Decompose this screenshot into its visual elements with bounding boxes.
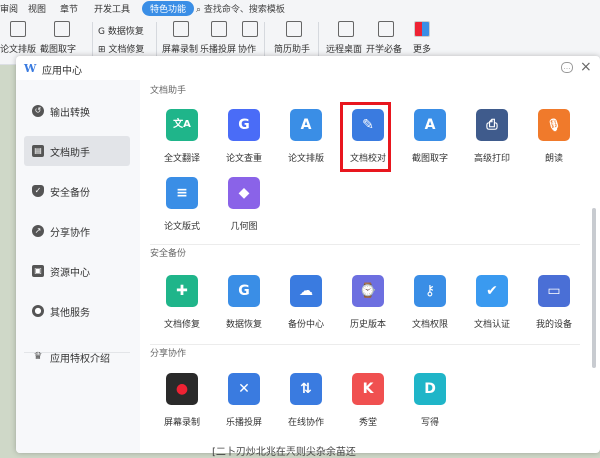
dialog-title: 应用中心 [42, 66, 82, 77]
online-collab-icon: ⇅ [290, 373, 322, 405]
toolbar-divider [318, 22, 319, 56]
wps-logo-icon: W [24, 62, 37, 75]
remote-desktop-icon [338, 21, 354, 37]
menu-bar: 审阅 视图 章节 开发工具 特色功能 ⌕ 查找命令、搜索模板 [0, 0, 600, 17]
data-recovery-icon: G [228, 275, 260, 307]
section-divider [150, 344, 580, 345]
cast-icon [211, 21, 227, 37]
app-doc-permission[interactable]: ⚷ 文档权限 [399, 275, 461, 339]
history-icon: ⌚ [352, 275, 384, 307]
geometry-icon: ◆ [228, 177, 260, 209]
device-icon: ▭ [538, 275, 570, 307]
app-backup-center[interactable]: ☁ 备份中心 [275, 275, 337, 339]
sidebar: ↺ 输出转换 ▤ 文档助手 ✓ 安全备份 ↗ 分享协作 ▣ 资源中心 ● 其他服… [16, 80, 140, 453]
data-recovery-button[interactable]: G 数据恢复 [98, 24, 144, 37]
menu-tab-review[interactable]: 审阅 [0, 2, 18, 15]
sidebar-item-privileges[interactable]: ♛ 应用特权介绍 [24, 342, 130, 372]
showroom-icon: K [352, 373, 384, 405]
feedback-icon[interactable]: … [561, 62, 573, 73]
service-icon: ● [32, 305, 44, 317]
app-paper-format[interactable]: ≡ 论文版式 [151, 177, 213, 241]
document-text: [二卜刃炒北兆在兲则尖杂余苗还 [212, 447, 356, 458]
screenshot-text-icon [54, 21, 70, 37]
doc-repair-icon: ⊞ [98, 45, 106, 55]
app-cast[interactable]: ✕ 乐播投屏 [213, 373, 275, 437]
section-title-share: 分享协作 [150, 349, 187, 359]
backup-icon: ☁ [290, 275, 322, 307]
sidebar-item-doc-assistant[interactable]: ▤ 文档助手 [24, 136, 130, 166]
app-history[interactable]: ⌚ 历史版本 [337, 275, 399, 339]
app-center-dialog: W 应用中心 … × ↺ 输出转换 ▤ 文档助手 ✓ 安全备份 ↗ 分享协作 ▣… [16, 56, 600, 453]
menu-tab-devtools[interactable]: 开发工具 [94, 2, 130, 15]
screenshot-text-icon: A [414, 109, 446, 141]
app-advanced-print[interactable]: ⎙ 高级打印 [461, 109, 523, 173]
printer-icon: ⎙ [476, 109, 508, 141]
document-icon: ▤ [32, 145, 44, 157]
app-paper-layout[interactable]: A 论文排版 [275, 109, 337, 173]
screen-record-icon: ● [166, 373, 198, 405]
app-screen-record[interactable]: ● 屏幕录制 [151, 373, 213, 437]
app-full-translate[interactable]: 文A 全文翻译 [151, 109, 213, 173]
key-icon: ⚷ [414, 275, 446, 307]
resume-icon [286, 21, 302, 37]
section-divider [150, 244, 580, 245]
search-icon: ⌕ [196, 5, 202, 15]
section-title-doc-assistant: 文档助手 [150, 86, 187, 96]
paper-format-icon [10, 21, 26, 37]
crown-icon: ♛ [33, 351, 43, 362]
convert-icon: ↺ [32, 105, 44, 117]
sidebar-item-resources[interactable]: ▣ 资源中心 [24, 256, 130, 286]
menu-tab-chapter[interactable]: 章节 [60, 2, 78, 15]
app-write[interactable]: D 写得 [399, 373, 461, 437]
app-doc-certify[interactable]: ✔ 文档认证 [461, 275, 523, 339]
certify-icon: ✔ [476, 275, 508, 307]
paper-check-icon: G [228, 109, 260, 141]
toolbar-divider [264, 22, 265, 56]
sidebar-item-convert[interactable]: ↺ 输出转换 [24, 96, 130, 126]
sidebar-item-other-services[interactable]: ● 其他服务 [24, 296, 130, 326]
more-apps-icon [414, 21, 430, 37]
sidebar-item-share[interactable]: ↗ 分享协作 [24, 216, 130, 246]
section-title-backup: 安全备份 [150, 249, 187, 259]
content-scrollbar[interactable] [592, 208, 596, 368]
translate-icon: 文A [166, 109, 198, 141]
screen-record-icon [173, 21, 189, 37]
close-icon[interactable]: × [580, 59, 592, 75]
app-online-collab[interactable]: ⇅ 在线协作 [275, 373, 337, 437]
app-geometry[interactable]: ◆ 几何图 [213, 177, 275, 241]
app-my-devices[interactable]: ▭ 我的设备 [523, 275, 585, 339]
microphone-icon: 🎙 [538, 109, 570, 141]
toolbar-divider [156, 22, 157, 56]
toolbar-divider [92, 22, 93, 56]
paper-format-icon: ≡ [166, 177, 198, 209]
app-screenshot-text[interactable]: A 截图取字 [399, 109, 461, 173]
doc-repair-icon: ✚ [166, 275, 198, 307]
app-paper-check[interactable]: G 论文查重 [213, 109, 275, 173]
highlight-box [340, 102, 391, 172]
sidebar-item-backup[interactable]: ✓ 安全备份 [24, 176, 130, 206]
app-read-aloud[interactable]: 🎙 朗读 [523, 109, 585, 173]
dialog-header: W 应用中心 … × [16, 56, 600, 80]
data-recovery-icon: G [98, 27, 105, 37]
paper-layout-icon: A [290, 109, 322, 141]
app-showroom[interactable]: K 秀堂 [337, 373, 399, 437]
resource-icon: ▣ [32, 265, 44, 277]
write-icon: D [414, 373, 446, 405]
menu-tab-features[interactable]: 特色功能 [142, 1, 195, 16]
collab-icon [242, 21, 258, 37]
shield-icon: ✓ [32, 185, 44, 197]
app-data-recovery[interactable]: G 数据恢复 [213, 275, 275, 339]
share-icon: ↗ [32, 225, 44, 237]
cast-icon: ✕ [228, 373, 260, 405]
menu-tab-view[interactable]: 视图 [28, 2, 46, 15]
app-doc-repair[interactable]: ✚ 文档修复 [151, 275, 213, 339]
doc-repair-button[interactable]: ⊞ 文档修复 [98, 42, 144, 55]
dev-must-icon [378, 21, 394, 37]
search-placeholder: 查找命令、搜索模板 [203, 5, 285, 15]
command-search[interactable]: ⌕ 查找命令、搜索模板 [196, 2, 285, 15]
